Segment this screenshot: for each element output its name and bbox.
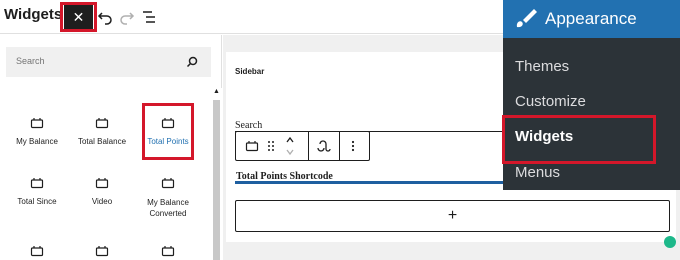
widget-block-icon xyxy=(95,246,109,257)
block-item-label: Video xyxy=(91,197,113,206)
widget-block-icon xyxy=(95,178,109,189)
block-item-label: My Balance Converted xyxy=(147,198,189,218)
page-title: Widgets xyxy=(4,6,63,23)
widget-block-icon xyxy=(30,178,44,189)
search-widget-heading[interactable]: Search xyxy=(235,120,262,131)
admin-menu-item-menus[interactable]: Menus xyxy=(515,164,560,181)
admin-menu-appearance[interactable]: Appearance xyxy=(503,0,680,38)
more-options-icon[interactable] xyxy=(351,140,355,152)
scrollbar-thumb[interactable] xyxy=(213,100,220,260)
widgets-menu-highlight xyxy=(502,115,656,164)
widget-block-icon xyxy=(161,246,175,257)
search-placeholder: Search xyxy=(16,56,45,66)
widget-block-icon xyxy=(161,178,175,189)
block-item-my-balance[interactable]: My Balance xyxy=(4,117,70,146)
block-search-input[interactable]: Search xyxy=(6,47,211,77)
widget-block-icon xyxy=(95,118,109,129)
add-block-button[interactable]: + xyxy=(235,200,670,232)
list-view-icon[interactable] xyxy=(141,8,159,26)
block-item-video[interactable]: Video xyxy=(69,177,135,206)
admin-menu-item-customize[interactable]: Customize xyxy=(515,93,586,110)
block-toolbar xyxy=(235,131,370,161)
block-type-icon[interactable] xyxy=(245,140,259,152)
block-item-label: Total Balance xyxy=(77,137,127,146)
transform-icon[interactable] xyxy=(317,139,331,153)
block-item-label: Total Since xyxy=(17,197,57,206)
widget-area-title[interactable]: Sidebar xyxy=(235,67,264,76)
block-item-total-balance[interactable]: Total Balance xyxy=(69,117,135,146)
total-points-highlight xyxy=(142,103,194,160)
paintbrush-icon xyxy=(516,9,537,28)
widget-block-icon xyxy=(30,118,44,129)
plus-icon: + xyxy=(447,207,458,224)
toolbar-separator xyxy=(308,132,309,160)
shortcode-block-underline xyxy=(235,181,505,184)
toolbar-separator xyxy=(339,132,340,160)
close-button-highlight xyxy=(60,2,97,32)
block-item-total-since[interactable]: Total Since xyxy=(4,177,70,206)
block-item-my-balance-converted[interactable]: My Balance Converted xyxy=(135,177,201,219)
undo-icon[interactable] xyxy=(96,8,114,26)
widget-block-icon xyxy=(30,246,44,257)
search-icon xyxy=(186,56,198,68)
status-indicator-icon xyxy=(664,236,676,248)
scroll-up-arrow-icon[interactable]: ▲ xyxy=(213,88,220,95)
block-item-label: My Balance xyxy=(16,137,58,146)
admin-menu-item-themes[interactable]: Themes xyxy=(515,58,569,75)
move-up-down-icon[interactable] xyxy=(285,135,295,157)
admin-menu-heading: Appearance xyxy=(545,9,637,28)
drag-handle-icon[interactable] xyxy=(267,140,275,152)
redo-icon[interactable] xyxy=(118,8,136,26)
